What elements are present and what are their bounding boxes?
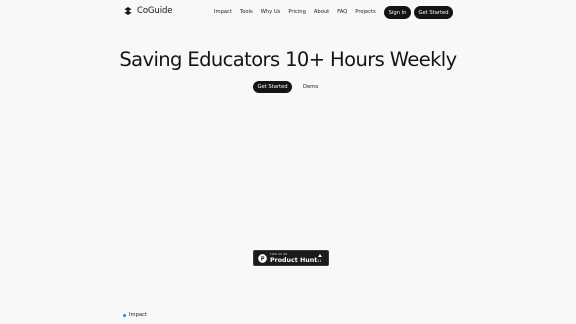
- nav-link-projects[interactable]: Projects: [355, 9, 375, 15]
- upvote-arrow-icon: [318, 254, 322, 257]
- impact-section-text: Impact: [129, 312, 147, 318]
- hero-title: Saving Educators 10+ Hours Weekly: [119, 48, 457, 71]
- sign-in-button[interactable]: Sign In: [384, 6, 411, 19]
- nav-link-pricing[interactable]: Pricing: [288, 9, 306, 15]
- nav-get-started-button[interactable]: Get Started: [414, 6, 453, 19]
- nav-link-why-us[interactable]: Why Us: [261, 9, 281, 15]
- product-hunt-badge[interactable]: FIND US ON Product Hunt 11: [253, 250, 329, 266]
- hero-get-started-button[interactable]: Get Started: [253, 81, 292, 93]
- nav-links: Impact Tools Why Us Pricing About FAQ Pr…: [214, 9, 376, 15]
- brand-logo-link[interactable]: CoGuide: [123, 6, 173, 16]
- top-navbar: CoGuide Impact Tools Why Us Pricing Abou…: [0, 0, 576, 26]
- product-hunt-tagline: FIND US ON: [270, 253, 288, 256]
- section-dot-icon: [123, 313, 126, 317]
- product-hunt-icon: [258, 254, 267, 263]
- brand-name: CoGuide: [137, 6, 173, 16]
- nav-link-about[interactable]: About: [314, 9, 329, 15]
- product-hunt-name: Product Hunt: [270, 257, 318, 264]
- impact-section-label: Impact: [123, 312, 147, 318]
- nav-link-impact[interactable]: Impact: [214, 9, 232, 15]
- demo-link[interactable]: Demo: [303, 84, 318, 90]
- upvote-count: 11: [317, 259, 322, 263]
- nav-link-faq[interactable]: FAQ: [337, 9, 347, 15]
- nav-link-tools[interactable]: Tools: [240, 9, 253, 15]
- coguide-logo-icon: [124, 7, 132, 15]
